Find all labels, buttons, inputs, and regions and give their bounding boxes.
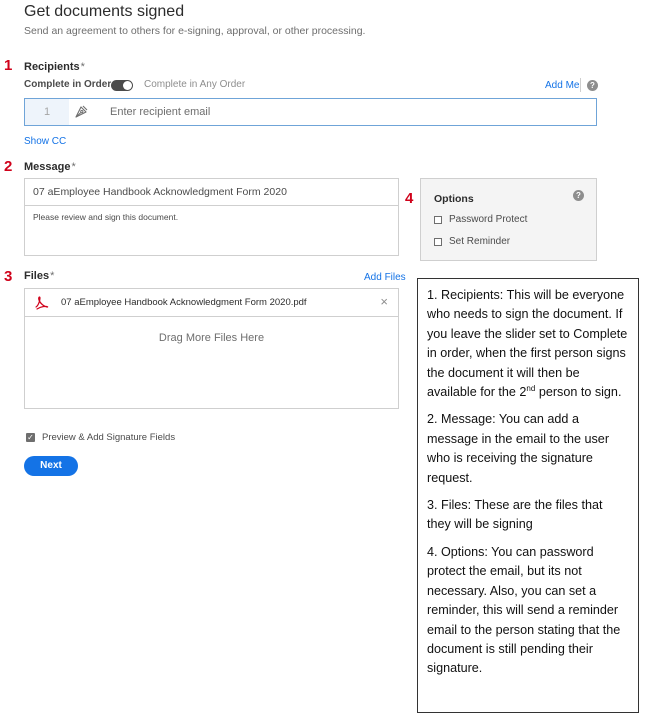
drag-files-text: Drag More Files Here [158,332,265,344]
callout-recipients: 1. Recipients: This will be everyone who… [427,286,629,402]
required-mark: * [50,270,55,282]
recipients-help-icon[interactable]: ? [587,80,598,91]
add-files-link[interactable]: Add Files [364,272,406,283]
files-dropzone[interactable]: 07 aEmployee Handbook Acknowledgment For… [24,288,399,409]
divider [580,78,581,92]
step-number-4: 4 [405,190,414,207]
options-panel: Options ? Password Protect Set Reminder [420,178,597,261]
recipients-label-text: Recipients [24,61,80,73]
password-protect-label: Password Protect [449,214,528,225]
signer-pen-icon[interactable] [72,103,90,121]
page-title: Get documents signed [24,3,185,20]
message-subject-input[interactable]: 07 aEmployee Handbook Acknowledgment For… [25,179,398,206]
add-me-link[interactable]: Add Me [545,80,579,91]
message-label: Message* [24,161,76,173]
recipient-index: 1 [25,99,69,125]
set-reminder-label: Set Reminder [449,236,511,247]
preview-checkbox[interactable]: ✓ [26,433,35,442]
step-number-1: 1 [4,57,13,74]
callout-files: 3. Files: These are the files that they … [427,498,603,532]
instructions-callout: 1. Recipients: This will be everyone who… [417,278,639,713]
message-box: 07 aEmployee Handbook Acknowledgment For… [24,178,399,256]
page-subtitle: Send an agreement to others for e-signin… [24,25,366,37]
toggle-knob [123,81,132,90]
set-reminder-checkbox[interactable] [434,237,442,246]
show-cc-link[interactable]: Show CC [24,136,66,147]
message-body-input[interactable]: Please review and sign this document. [33,212,178,222]
preview-option[interactable]: ✓ Preview & Add Signature Fields [26,432,175,443]
pdf-icon [35,296,49,310]
message-label-text: Message [24,161,71,173]
password-protect-checkbox[interactable] [434,215,442,224]
file-name: 07 aEmployee Handbook Acknowledgment For… [61,297,307,308]
next-button[interactable]: Next [24,456,78,476]
options-help-icon[interactable]: ? [573,190,584,201]
step-number-2: 2 [4,158,13,175]
recipient-email-input[interactable] [110,103,590,121]
preview-label: Preview & Add Signature Fields [42,432,176,443]
complete-in-order-label: Complete in Order [24,79,112,90]
required-mark: * [80,61,85,73]
callout-recipients-end: person to sign. [535,385,622,400]
files-label-text: Files [24,270,50,282]
callout-recipients-text: 1. Recipients: This will be everyone who… [427,288,628,400]
options-title: Options [434,193,474,205]
callout-options: 4. Options: You can password protect the… [427,544,621,676]
required-mark: * [71,161,76,173]
signing-order-toggle[interactable] [111,80,133,91]
callout-message: 2. Message: You can add a message in the… [427,412,610,485]
recipient-row: 1 [24,98,597,126]
password-protect-option[interactable]: Password Protect [434,214,527,225]
recipients-label: Recipients* [24,61,85,73]
files-label: Files* [24,270,54,282]
step-number-3: 3 [4,268,13,285]
complete-any-order-label: Complete in Any Order [144,79,246,90]
callout-superscript: nd [526,383,536,393]
file-row: 07 aEmployee Handbook Acknowledgment For… [25,289,398,317]
remove-file-icon[interactable]: × [380,294,388,309]
set-reminder-option[interactable]: Set Reminder [434,236,510,247]
